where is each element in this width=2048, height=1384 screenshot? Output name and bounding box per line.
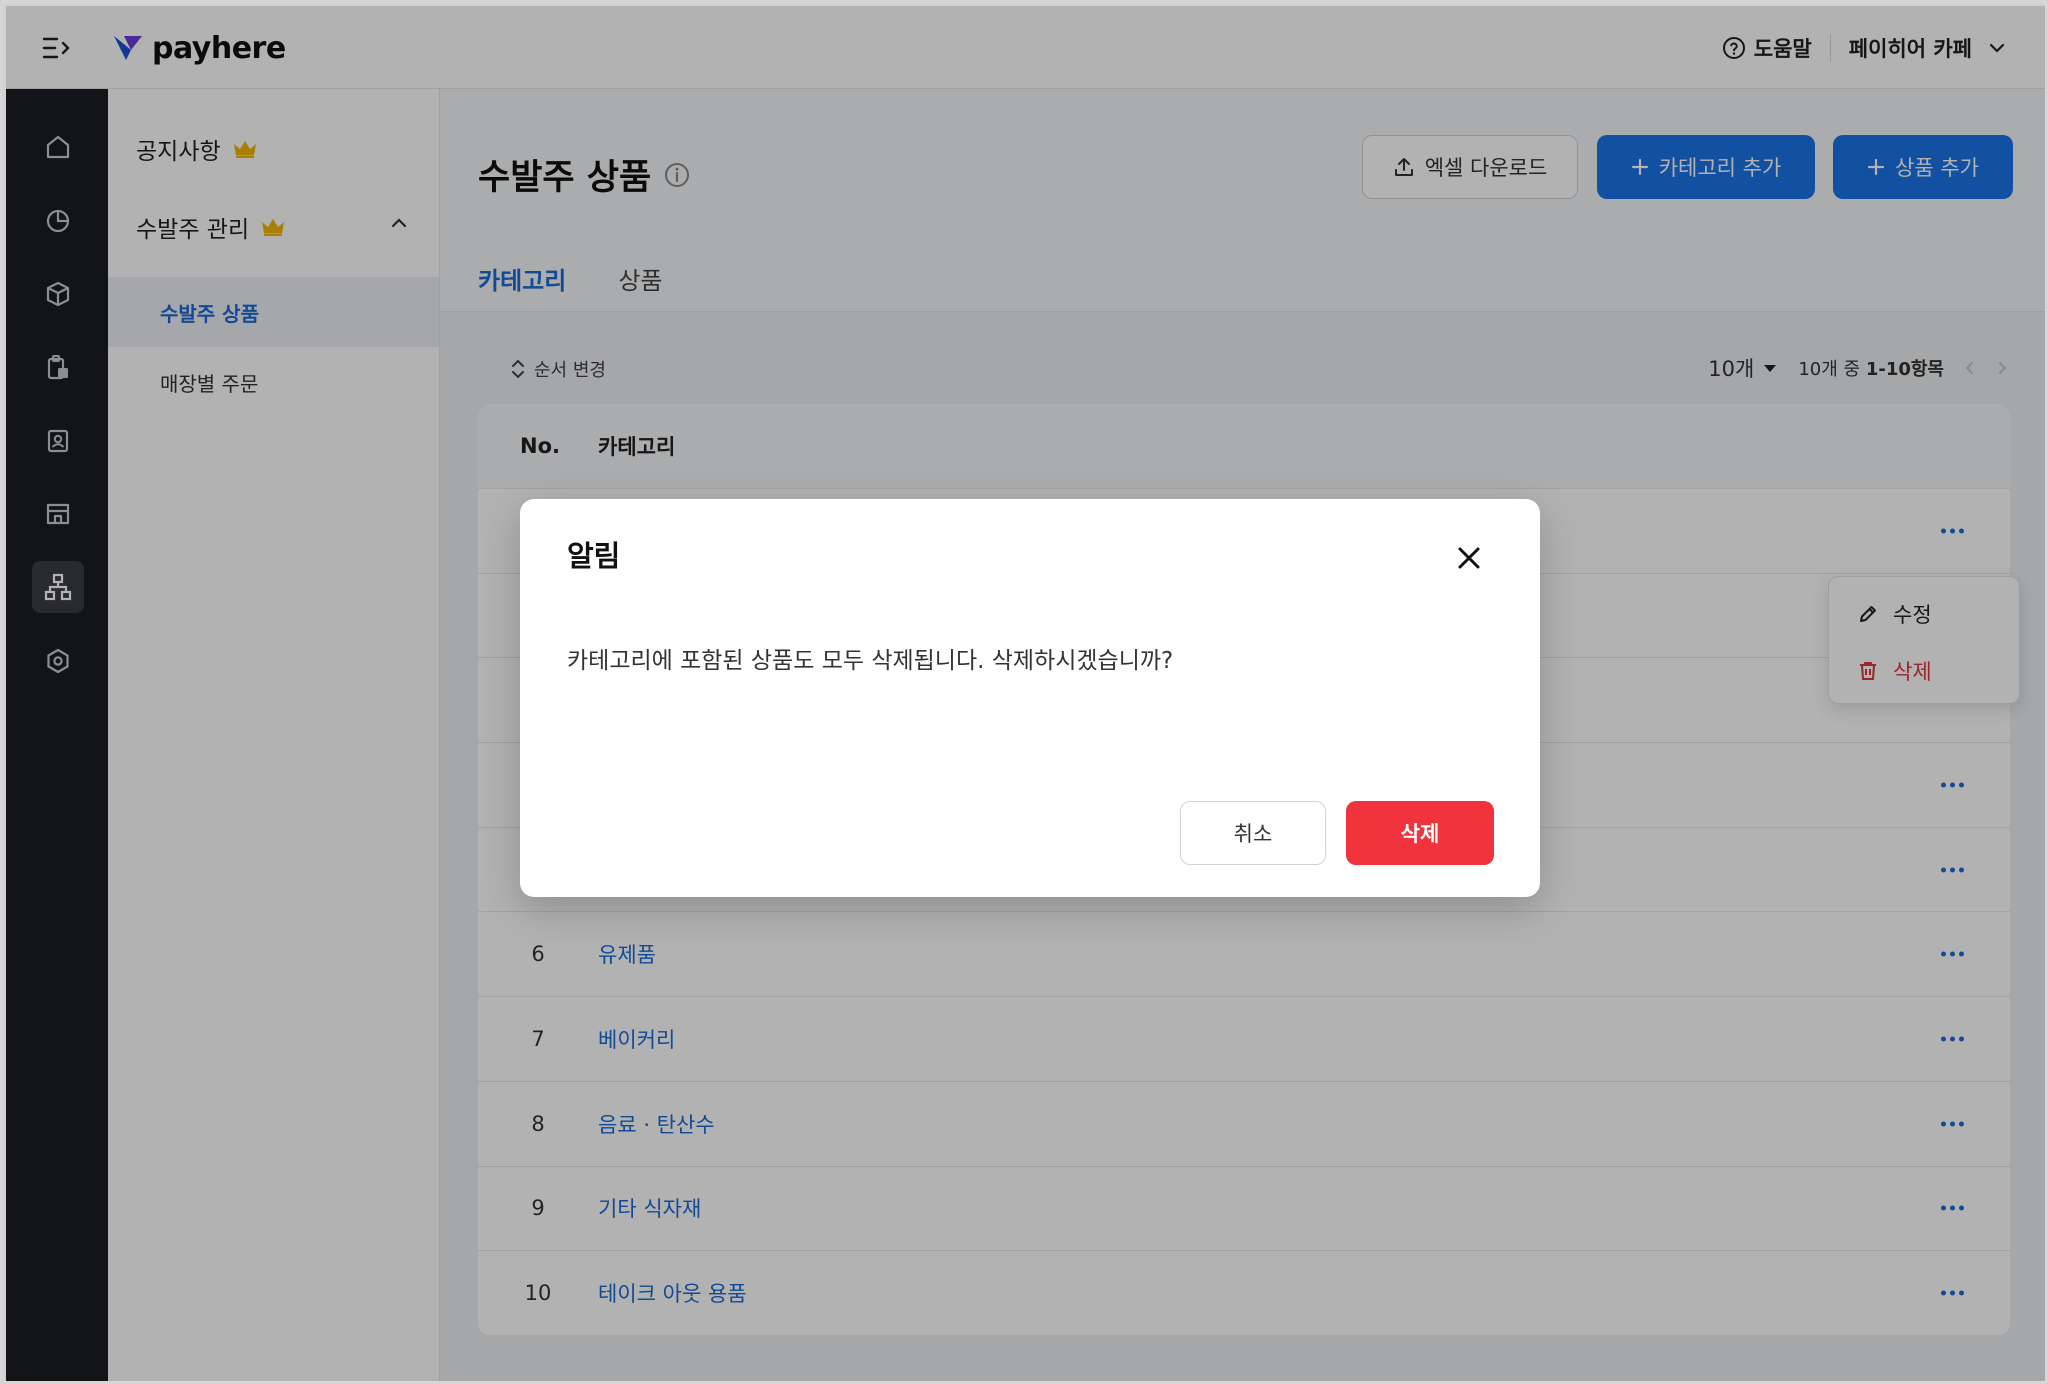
app: payhere 도움말 페이히어 카페 공지사항 수발주 관리 수발주 상품 매…	[6, 6, 2045, 1381]
delete-confirm-dialog: 알림 카테고리에 포함된 상품도 모두 삭제됩니다. 삭제하시겠습니까? 취소 …	[520, 499, 1540, 897]
dialog-message: 카테고리에 포함된 상품도 모두 삭제됩니다. 삭제하시겠습니까?	[567, 648, 1174, 674]
cancel-button[interactable]: 취소	[1180, 801, 1326, 865]
delete-button[interactable]: 삭제	[1346, 801, 1494, 865]
close-icon[interactable]	[1456, 545, 1482, 571]
dialog-title: 알림	[567, 539, 621, 573]
app-frame: payhere 도움말 페이히어 카페 공지사항 수발주 관리 수발주 상품 매…	[0, 0, 2048, 1384]
